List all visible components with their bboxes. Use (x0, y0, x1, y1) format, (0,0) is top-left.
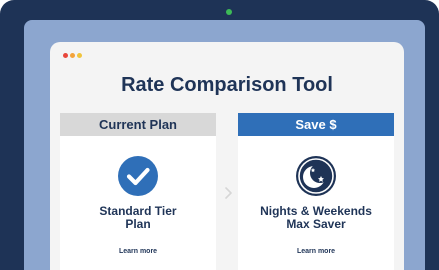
camera-indicator (226, 9, 232, 15)
save-plan-header: Save $ (238, 113, 394, 136)
maximize-window-dot[interactable] (77, 53, 82, 58)
minimize-window-dot[interactable] (70, 53, 75, 58)
save-plan-name: Nights & Weekends Max Saver (238, 205, 394, 231)
moon-stars-icon (296, 156, 336, 196)
current-plan-name-line2: Plan (125, 217, 151, 231)
save-plan-card[interactable]: Save $ Nights & Weekends Max Saver Learn… (238, 113, 394, 270)
page-title: Rate Comparison Tool (121, 74, 333, 96)
chevron-right-icon (225, 187, 232, 199)
current-plan-learn-more-link[interactable]: Learn more (60, 248, 216, 255)
current-plan-header: Current Plan (60, 113, 216, 136)
save-plan-name-line2: Max Saver (286, 217, 346, 231)
current-plan-card[interactable]: Current Plan Standard Tier Plan Learn mo… (60, 113, 216, 270)
close-window-dot[interactable] (63, 53, 68, 58)
save-plan-learn-more-link[interactable]: Learn more (238, 248, 394, 255)
current-plan-name: Standard Tier Plan (60, 205, 216, 231)
checkmark-circle-icon (118, 156, 158, 196)
window-controls (63, 53, 82, 58)
